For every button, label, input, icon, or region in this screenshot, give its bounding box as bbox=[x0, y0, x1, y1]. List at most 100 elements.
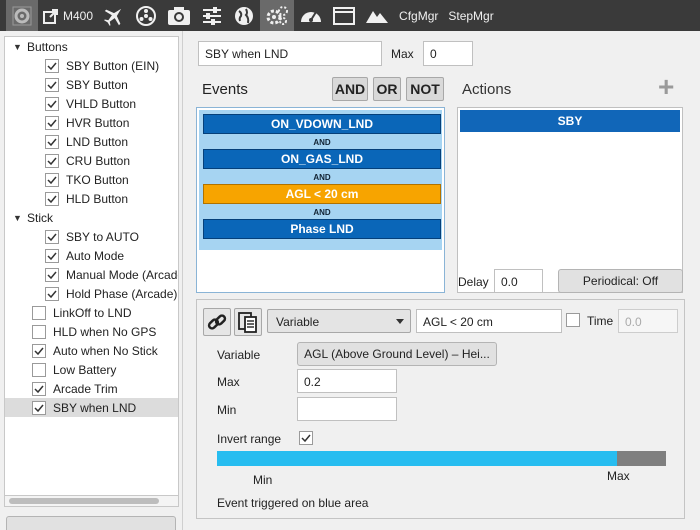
radiation-icon[interactable] bbox=[130, 0, 162, 31]
tree-group-stick[interactable]: ▼ Stick bbox=[5, 208, 178, 227]
chevron-down-icon bbox=[396, 319, 404, 324]
automation-tree: ▼ Buttons SBY Button (EIN) SBY Button VHL… bbox=[4, 36, 179, 496]
checkbox[interactable] bbox=[45, 58, 59, 73]
tree-group-buttons[interactable]: ▼ Buttons bbox=[5, 37, 178, 56]
min-value-input[interactable] bbox=[297, 397, 397, 421]
variable-select-button[interactable]: AGL (Above Ground Level) – Hei... bbox=[297, 342, 497, 366]
delay-input[interactable]: 0.0 bbox=[494, 269, 543, 293]
add-action-icon[interactable]: + bbox=[658, 73, 674, 101]
checkbox[interactable] bbox=[32, 343, 46, 358]
mountains-icon[interactable] bbox=[360, 0, 394, 31]
event-group[interactable]: ON_VDOWN_LND AND ON_GAS_LND AND AGL < 20… bbox=[199, 110, 442, 250]
tree-item[interactable]: Auto when No Stick bbox=[5, 341, 178, 360]
checkbox[interactable] bbox=[45, 77, 59, 92]
checkbox[interactable] bbox=[45, 134, 59, 149]
checkbox[interactable] bbox=[45, 286, 59, 301]
camera-icon[interactable] bbox=[162, 0, 196, 31]
and-connector: AND bbox=[313, 173, 331, 182]
gears-icon[interactable] bbox=[260, 0, 295, 31]
cfgmgr-label: CfgMgr bbox=[399, 8, 439, 23]
tree-item[interactable]: Manual Mode (Arcade bbox=[5, 265, 178, 284]
checkbox[interactable] bbox=[45, 267, 59, 282]
collapse-triangle-icon[interactable]: ▼ bbox=[13, 42, 27, 52]
tree-item[interactable]: HLD when No GPS bbox=[5, 322, 178, 341]
tree-item[interactable]: SBY Button (EIN) bbox=[5, 56, 178, 75]
checkbox[interactable] bbox=[45, 153, 59, 168]
vehicle-name: M400 bbox=[63, 8, 94, 23]
event-block[interactable]: Phase LND bbox=[203, 219, 441, 239]
checkbox[interactable] bbox=[45, 115, 59, 130]
tree-item[interactable]: HVR Button bbox=[5, 113, 178, 132]
main-toolbar: M400 CfgMgr StepMgr bbox=[0, 0, 700, 31]
checkbox[interactable] bbox=[45, 229, 59, 244]
checkbox[interactable] bbox=[32, 400, 46, 415]
tree-item-label: HLD when No GPS bbox=[53, 324, 157, 339]
delay-label: Delay bbox=[458, 275, 489, 289]
new-automation-button[interactable]: New Automation bbox=[6, 516, 176, 530]
tree-item-label: VHLD Button bbox=[66, 96, 137, 111]
range-bar[interactable] bbox=[217, 451, 666, 466]
collapse-triangle-icon[interactable]: ▼ bbox=[13, 213, 27, 223]
tree-item-label: SBY to AUTO bbox=[66, 229, 139, 244]
not-button[interactable]: NOT bbox=[406, 77, 444, 101]
tree-item[interactable]: Auto Mode bbox=[5, 246, 178, 265]
tree-item[interactable]: VHLD Button bbox=[5, 94, 178, 113]
action-item[interactable]: SBY bbox=[460, 110, 680, 132]
clipboard-icon[interactable] bbox=[234, 308, 262, 336]
checkbox[interactable] bbox=[32, 324, 46, 339]
max-value-input[interactable]: 0.2 bbox=[297, 369, 397, 393]
invert-range-checkbox[interactable] bbox=[299, 431, 313, 445]
stepmgr-button[interactable]: StepMgr bbox=[443, 0, 498, 31]
tree-item[interactable]: TKO Button bbox=[5, 170, 178, 189]
event-block-selected[interactable]: AGL < 20 cm bbox=[203, 184, 441, 204]
sliders-icon[interactable] bbox=[196, 0, 228, 31]
tree-item-label: SBY Button (EIN) bbox=[66, 58, 160, 73]
tree-item-label: SBY Button bbox=[66, 77, 128, 92]
max-input[interactable]: 0 bbox=[423, 41, 473, 66]
tree-item[interactable]: CRU Button bbox=[5, 151, 178, 170]
cfgmgr-button[interactable]: CfgMgr bbox=[394, 0, 443, 31]
gauge-icon[interactable] bbox=[294, 0, 328, 31]
gear-list-icon[interactable] bbox=[6, 0, 38, 31]
condition-name-input[interactable]: AGL < 20 cm bbox=[416, 309, 562, 333]
checkbox[interactable] bbox=[32, 362, 46, 377]
airplane-icon[interactable] bbox=[98, 0, 130, 31]
time-input[interactable]: 0.0 bbox=[618, 309, 678, 333]
horizontal-scrollbar[interactable] bbox=[4, 496, 179, 507]
event-block[interactable]: ON_GAS_LND bbox=[203, 149, 441, 169]
globe-icon[interactable] bbox=[228, 0, 260, 31]
tree-item-label: LinkOff to LND bbox=[53, 305, 132, 320]
periodical-button[interactable]: Periodical: Off bbox=[558, 269, 683, 293]
link-icon[interactable] bbox=[203, 308, 231, 336]
tree-item[interactable]: SBY Button bbox=[5, 75, 178, 94]
automation-name-input[interactable]: SBY when LND bbox=[198, 41, 382, 66]
checkbox[interactable] bbox=[45, 96, 59, 111]
tree-item[interactable]: Hold Phase (Arcade) bbox=[5, 284, 178, 303]
tree-item[interactable]: HLD Button bbox=[5, 189, 178, 208]
tree-item[interactable]: Arcade Trim bbox=[5, 379, 178, 398]
tree-item-label: HLD Button bbox=[66, 191, 129, 206]
events-box: ON_VDOWN_LND AND ON_GAS_LND AND AGL < 20… bbox=[196, 107, 445, 293]
scrollbar-thumb[interactable] bbox=[9, 498, 159, 504]
tree-item-selected[interactable]: SBY when LND bbox=[5, 398, 178, 417]
tree-item-label: Low Battery bbox=[53, 362, 117, 377]
tree-item-label: Auto when No Stick bbox=[53, 343, 158, 358]
checkbox[interactable] bbox=[32, 305, 46, 320]
checkbox[interactable] bbox=[32, 381, 46, 396]
checkbox[interactable] bbox=[45, 248, 59, 263]
tree-item-label: Auto Mode bbox=[66, 248, 125, 263]
window-icon[interactable] bbox=[328, 0, 360, 31]
max-label: Max bbox=[391, 47, 414, 61]
or-button[interactable]: OR bbox=[373, 77, 401, 101]
tree-item[interactable]: SBY to AUTO bbox=[5, 227, 178, 246]
tree-item[interactable]: LinkOff to LND bbox=[5, 303, 178, 322]
and-button[interactable]: AND bbox=[332, 77, 368, 101]
time-checkbox[interactable] bbox=[566, 313, 580, 327]
condition-type-dropdown[interactable]: Variable bbox=[267, 309, 411, 333]
vehicle-selector[interactable]: M400 bbox=[38, 0, 98, 31]
checkbox[interactable] bbox=[45, 191, 59, 206]
event-block[interactable]: ON_VDOWN_LND bbox=[203, 114, 441, 134]
tree-item[interactable]: LND Button bbox=[5, 132, 178, 151]
tree-item[interactable]: Low Battery bbox=[5, 360, 178, 379]
checkbox[interactable] bbox=[45, 172, 59, 187]
